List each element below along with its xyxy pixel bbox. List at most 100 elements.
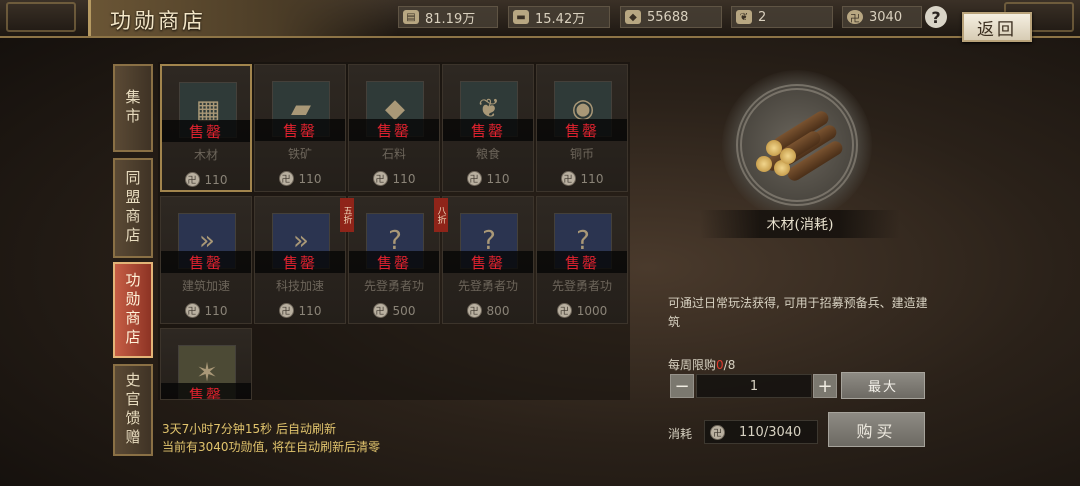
resource-iron-value: 15.42万 xyxy=(535,11,586,27)
item-card-grain[interactable]: ❦ 售罄 粮食 卍 110 xyxy=(442,64,534,192)
item-name: 先登勇者功 xyxy=(457,279,518,293)
item-price-value: 1000 xyxy=(576,303,608,318)
cost-label: 消耗 xyxy=(668,427,693,441)
item-name: 石料 xyxy=(381,147,406,161)
merit-coin-icon: 卍 xyxy=(556,303,572,318)
item-price: 卍 500 xyxy=(349,303,439,318)
item-card-stone[interactable]: ◆ 售罄 石料 卍 110 xyxy=(348,64,440,192)
help-button[interactable]: ? xyxy=(925,6,947,28)
sold-out-label: 售罄 xyxy=(255,119,345,141)
item-card-token[interactable]: ✶ 售罄 xyxy=(160,328,252,400)
item-price: 卍 110 xyxy=(255,303,345,318)
tab-historian-gift[interactable]: 史官馈赠 xyxy=(113,364,153,456)
merit-coin-icon: 卍 xyxy=(184,172,200,187)
item-price: 卍 110 xyxy=(537,171,627,186)
item-price-value: 110 xyxy=(298,171,322,186)
item-name: 建筑加速 xyxy=(181,279,230,293)
item-price-value: 800 xyxy=(486,303,510,318)
item-name: 先登勇者功 xyxy=(363,279,424,293)
left-ornament xyxy=(6,2,76,32)
item-card-pack-1000[interactable]: ? 售罄 先登勇者功 卍 1000 xyxy=(536,196,628,324)
item-price: 卍 110 xyxy=(162,172,250,187)
merit-coin-icon: 卍 xyxy=(560,171,576,186)
sold-out-label: 售罄 xyxy=(161,383,251,399)
max-button[interactable]: 最大 xyxy=(841,372,925,399)
resource-stone: ◆ 55688 xyxy=(620,6,722,28)
merit-coin-icon: 卍 xyxy=(278,303,294,318)
item-price-value: 110 xyxy=(204,303,228,318)
resource-wood-value: 81.19万 xyxy=(425,11,476,27)
item-name: 先登勇者功 xyxy=(551,279,612,293)
item-card-pack-800[interactable]: 八折 ? 售罄 先登勇者功 卍 800 xyxy=(434,196,534,324)
item-price-value: 110 xyxy=(298,303,322,318)
merit-coin-icon: 卍 xyxy=(184,303,200,318)
tab-merit-shop[interactable]: 功勋商店 xyxy=(113,262,153,358)
wood-icon: ▤ xyxy=(403,10,419,24)
resource-merit-value: 3040 xyxy=(869,9,903,25)
top-bar: 功勋商店 ▤ 81.19万 ▬ 15.42万 ◆ 55688 ❦ 2 卍 304… xyxy=(0,0,1080,38)
tab-market[interactable]: 集市 xyxy=(113,64,153,152)
item-price: 卍 1000 xyxy=(537,303,627,318)
item-card-iron[interactable]: ▰ 售罄 铁矿 卍 110 xyxy=(254,64,346,192)
item-card-tech-speedup[interactable]: » 售罄 科技加速 卍 110 xyxy=(254,196,346,324)
merit-coin-icon: 卍 xyxy=(847,10,863,25)
item-price-value: 500 xyxy=(392,303,416,318)
quantity-minus-button[interactable]: − xyxy=(670,374,694,398)
item-card-pack-500[interactable]: 五折 ? 售罄 先登勇者功 卍 500 xyxy=(340,196,440,324)
item-card-build-speedup[interactable]: » 售罄 建筑加速 卍 110 xyxy=(160,196,252,324)
weekly-limit: 每周限购0/8 xyxy=(668,356,735,373)
merit-coin-icon: 卍 xyxy=(372,303,388,318)
discount-badge: 五折 xyxy=(340,198,354,232)
item-card-wood[interactable]: ▦ 售罄 木材 卍 110 xyxy=(160,64,252,192)
item-name: 木材 xyxy=(193,148,218,162)
sold-out-label: 售罄 xyxy=(255,251,345,273)
merit-coin-icon: 卍 xyxy=(278,171,294,186)
log-end xyxy=(780,148,796,164)
item-name: 粮食 xyxy=(475,147,500,161)
item-card-copper[interactable]: ◉ 售罄 铜币 卍 110 xyxy=(536,64,628,192)
item-grid: ▦ 售罄 木材 卍 110 ▰ 售罄 铁矿 卍 110 ◆ 售罄 石料 卍 110 ❦… xyxy=(158,62,630,400)
sold-out-label: 售罄 xyxy=(349,251,439,273)
buy-button[interactable]: 购买 xyxy=(828,412,925,447)
cost-field: 卍 110/3040 xyxy=(704,420,818,444)
sold-out-label: 售罄 xyxy=(349,119,439,141)
resource-wood: ▤ 81.19万 xyxy=(398,6,498,28)
stone-icon: ◆ xyxy=(625,10,641,24)
cost-value: 110/3040 xyxy=(739,424,802,440)
item-title: 木材(消耗) xyxy=(766,217,834,233)
page-title: 功勋商店 xyxy=(110,9,206,33)
refresh-countdown: 3天7小时7分钟15秒 后自动刷新 xyxy=(162,422,336,436)
quantity-field[interactable]: 1 xyxy=(696,374,812,398)
resource-grain-value: 2 xyxy=(758,9,767,25)
item-name: 科技加速 xyxy=(275,279,324,293)
resource-iron: ▬ 15.42万 xyxy=(508,6,610,28)
weekly-limit-current: 0 xyxy=(716,358,724,372)
item-price: 卍 110 xyxy=(161,303,251,318)
merit-coin-icon: 卍 xyxy=(372,171,388,186)
item-price: 卍 110 xyxy=(349,171,439,186)
wood-icon xyxy=(748,108,848,184)
back-button[interactable]: 返回 xyxy=(962,12,1032,42)
quantity-plus-button[interactable]: + xyxy=(813,374,837,398)
item-description: 可通过日常玩法获得, 可用于招募预备兵、建造建筑 xyxy=(668,296,928,329)
sold-out-label: 售罄 xyxy=(162,120,250,142)
item-name: 铜币 xyxy=(569,147,594,161)
merit-reset-note: 当前有3040功勋值, 将在自动刷新后清零 xyxy=(162,440,381,454)
sold-out-label: 售罄 xyxy=(443,119,533,141)
item-price-value: 110 xyxy=(486,171,510,186)
merit-coin-icon: 卍 xyxy=(710,424,725,440)
discount-badge: 八折 xyxy=(434,198,448,232)
tab-alliance-shop[interactable]: 同盟商店 xyxy=(113,158,153,258)
item-price: 卍 800 xyxy=(443,303,533,318)
resource-merit: 卍 3040 xyxy=(842,6,922,28)
item-price: 卍 110 xyxy=(255,171,345,186)
item-price: 卍 110 xyxy=(443,171,533,186)
resource-stone-value: 55688 xyxy=(647,9,689,25)
resource-grain: ❦ 2 xyxy=(731,6,833,28)
grain-icon: ❦ xyxy=(736,10,752,24)
sold-out-label: 售罄 xyxy=(161,251,251,273)
iron-icon: ▬ xyxy=(513,10,529,24)
weekly-limit-label: 每周限购 xyxy=(668,358,717,372)
item-price-value: 110 xyxy=(392,171,416,186)
sold-out-label: 售罄 xyxy=(443,251,533,273)
